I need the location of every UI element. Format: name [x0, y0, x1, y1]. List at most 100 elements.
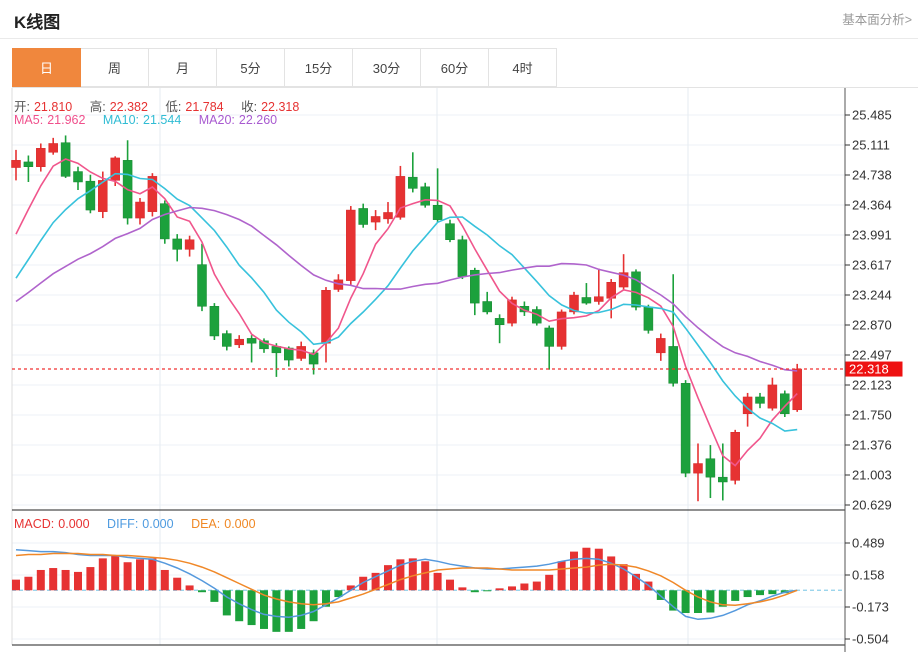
macd-bar: [434, 573, 442, 590]
close-value: 22.318: [261, 100, 299, 114]
macd-bar: [124, 562, 132, 590]
candle-body: [74, 172, 83, 182]
price-tick-label: 23.991: [852, 228, 892, 243]
price-tick-label: 22.123: [852, 378, 892, 393]
macd-bar: [694, 590, 702, 613]
diff-line: [16, 550, 797, 620]
macd-bar: [756, 590, 764, 595]
tab-month[interactable]: 月: [148, 48, 217, 87]
fundamental-analysis-link[interactable]: 基本面分析>: [842, 9, 912, 28]
candle-body: [694, 464, 703, 474]
ma10-label: MA10:: [103, 113, 139, 127]
price-tick-label: 22.497: [852, 348, 892, 363]
macd-bar: [161, 570, 169, 590]
candle-body: [656, 338, 665, 352]
macd-bar: [37, 570, 45, 590]
last-price-badge: 22.318: [846, 362, 903, 377]
macd-bar: [74, 572, 82, 590]
candle-body: [632, 272, 641, 307]
high-label: 高:: [90, 100, 106, 114]
price-tick-label: 22.870: [852, 318, 892, 333]
candle-body: [371, 216, 380, 222]
macd-bar: [458, 587, 466, 590]
candle-body: [681, 383, 690, 473]
candle-body: [12, 160, 21, 167]
candle-body: [793, 369, 802, 410]
ma-info: MA5:21.962 MA10:21.544 MA20:22.260: [14, 113, 281, 127]
ma10-line: [16, 174, 797, 431]
page-title: K线图: [14, 8, 60, 33]
macd-info: MACD:0.000 DIFF:0.000 DEA:0.000: [14, 517, 260, 531]
price-tick-label: 21.003: [852, 468, 892, 483]
ma5-label: MA5:: [14, 113, 43, 127]
macd-bar: [186, 585, 194, 590]
diff-label: DIFF:: [107, 517, 138, 531]
candle-body: [594, 297, 603, 302]
tab-15min[interactable]: 15分: [284, 48, 353, 87]
candle-body: [458, 240, 467, 277]
ma5-value: 21.962: [47, 113, 85, 127]
candle-body: [24, 162, 33, 167]
macd-bar: [508, 586, 516, 590]
ma10-value: 21.544: [143, 113, 181, 127]
last-price-value: 22.318: [849, 362, 889, 377]
macd-label: MACD:: [14, 517, 54, 531]
macd-bar: [297, 590, 305, 629]
candle-body: [210, 306, 219, 336]
price-tick-label: 24.364: [852, 198, 892, 213]
macd-bar: [496, 588, 504, 590]
macd-bar: [285, 590, 293, 632]
candle-body: [322, 290, 331, 343]
tab-day[interactable]: 日: [12, 48, 81, 87]
candle-body: [136, 202, 145, 218]
macd-tick-label: 0.158: [852, 568, 885, 583]
tab-week[interactable]: 周: [80, 48, 149, 87]
tab-4hour[interactable]: 4时: [488, 48, 557, 87]
candle-body: [408, 177, 417, 188]
macd-bar: [49, 568, 57, 590]
price-tick-label: 25.111: [852, 138, 890, 153]
candle-body: [718, 477, 727, 482]
price-tick-label: 21.750: [852, 408, 892, 423]
kline-widget: 25.48525.11124.73824.36423.99123.61723.2…: [0, 0, 918, 652]
candle-body: [346, 210, 355, 281]
macd-bar: [421, 561, 429, 590]
tabbar-underline: [12, 87, 918, 88]
macd-bar: [731, 590, 739, 601]
tab-60min[interactable]: 60分: [420, 48, 489, 87]
macd-bar: [483, 590, 491, 591]
macd-bar: [520, 584, 528, 591]
ma20-label: MA20:: [199, 113, 235, 127]
low-label: 低:: [165, 100, 181, 114]
candle-body: [768, 385, 777, 408]
close-label: 收:: [241, 100, 257, 114]
macd-bar: [86, 567, 94, 590]
open-value: 21.810: [34, 100, 72, 114]
macd-bar: [570, 552, 578, 591]
candle-body: [396, 176, 405, 217]
macd-bar: [768, 590, 776, 594]
axis-labels: 25.48525.11124.73824.36423.99123.61723.2…: [845, 108, 892, 647]
candle-body: [173, 239, 182, 249]
tab-30min[interactable]: 30分: [352, 48, 421, 87]
price-tick-label: 21.376: [852, 438, 892, 453]
macd-bar: [682, 590, 690, 613]
macd-bar: [198, 590, 206, 592]
open-label: 开:: [14, 100, 30, 114]
header-divider: [0, 38, 918, 39]
period-tabbar: 日 周 月 5分 15分 30分 60分 4时: [12, 48, 557, 87]
price-tick-label: 23.617: [852, 258, 892, 273]
macd-bar: [272, 590, 280, 632]
macd-bar: [582, 548, 590, 591]
macd-bar: [744, 590, 752, 597]
candle-body: [669, 346, 678, 383]
macd-tick-label: -0.173: [852, 600, 889, 615]
tab-5min[interactable]: 5分: [216, 48, 285, 87]
price-tick-label: 24.738: [852, 168, 892, 183]
macd-bar: [99, 558, 107, 590]
dea-line: [16, 554, 797, 606]
price-tick-label: 20.629: [852, 498, 892, 513]
macd-bar: [545, 575, 553, 590]
macd-bar: [136, 559, 144, 590]
macd-bar: [12, 580, 20, 591]
